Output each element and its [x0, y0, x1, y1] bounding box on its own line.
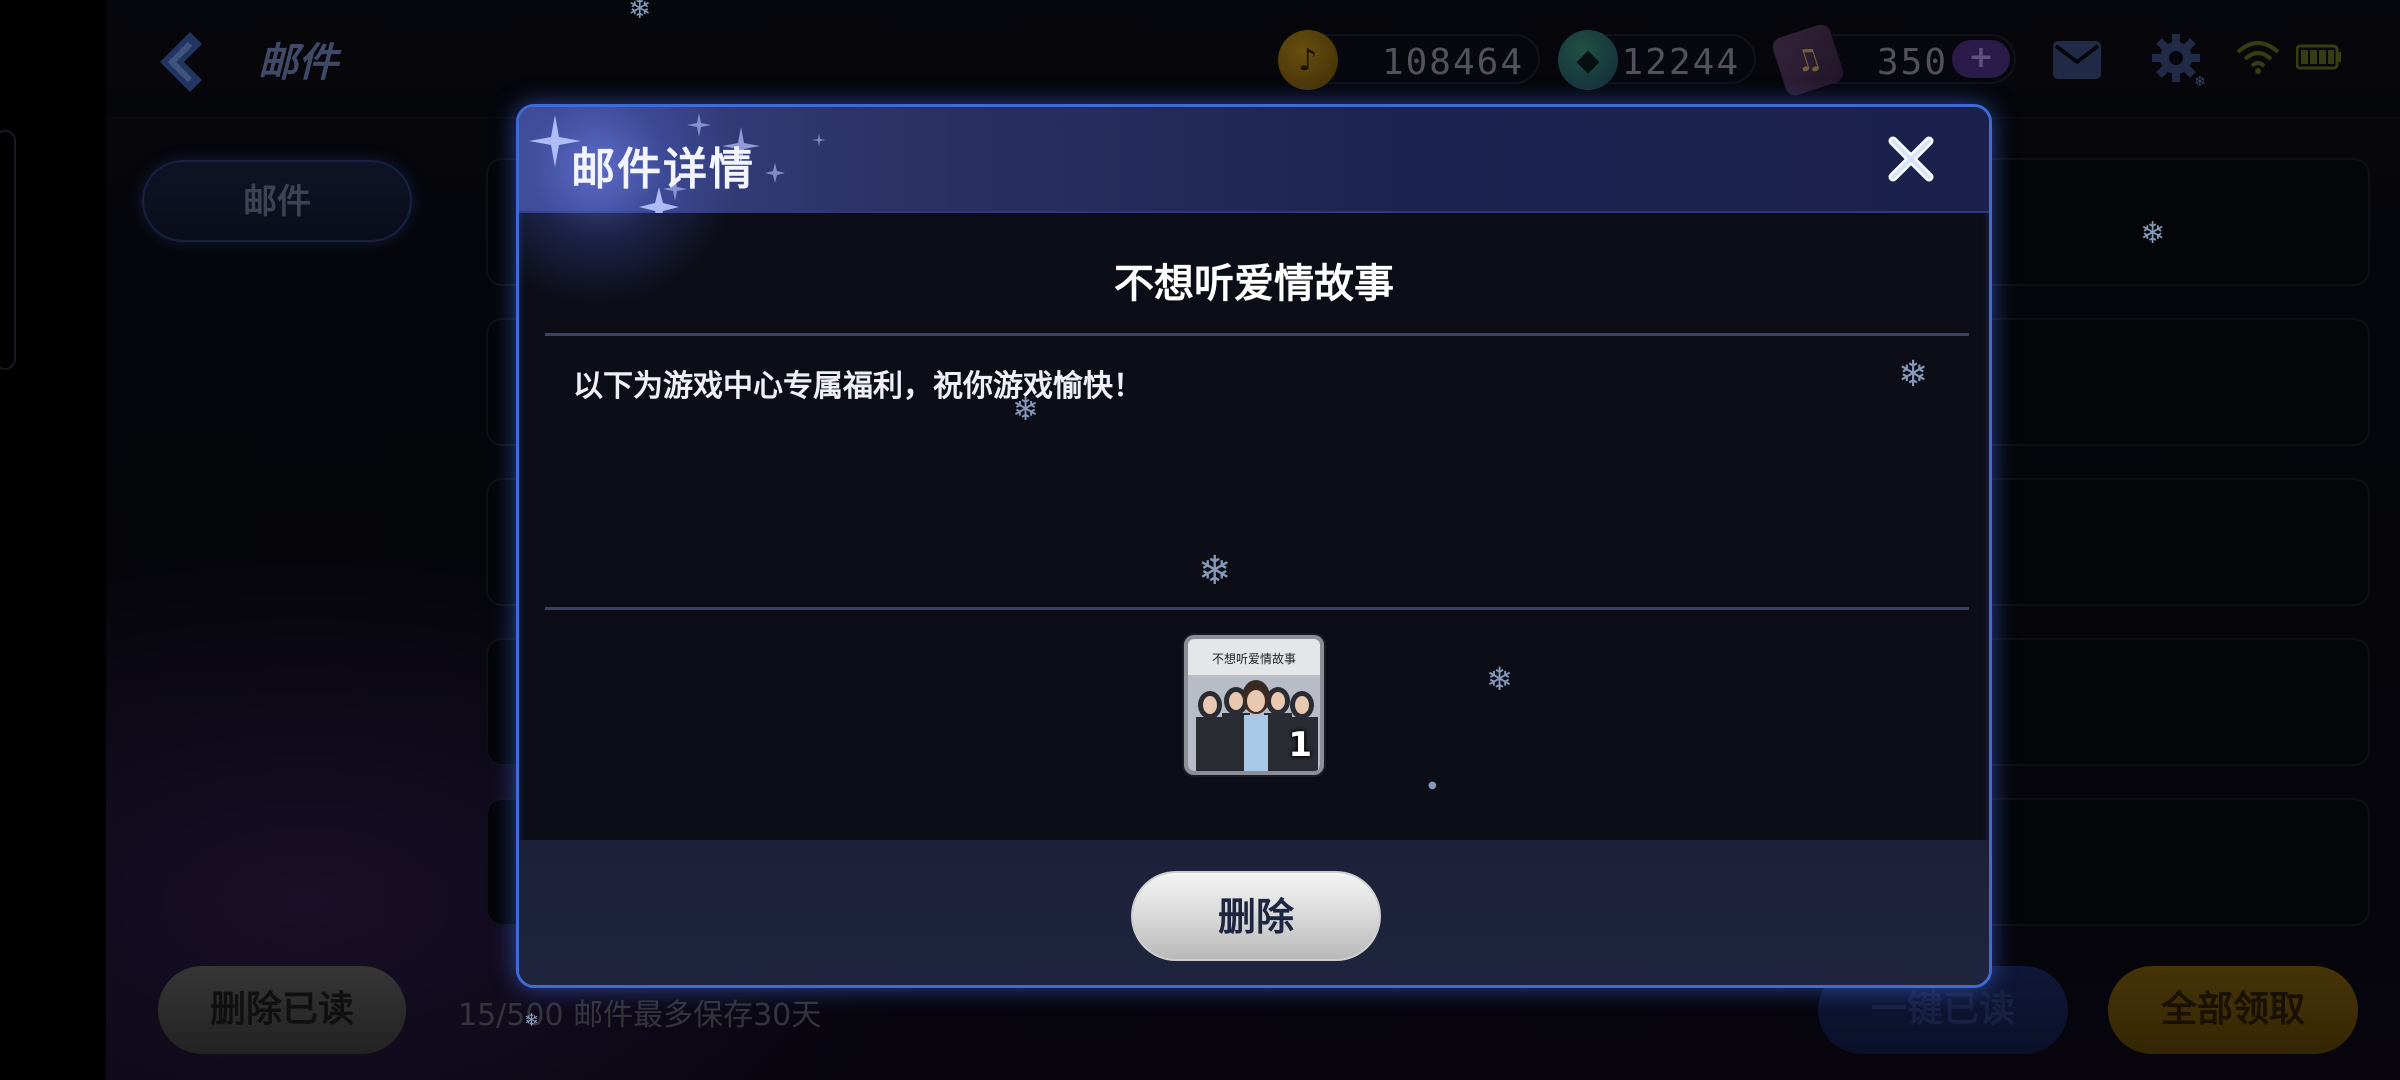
album-cover-text: 不想听爱情故事 [1212, 651, 1296, 666]
close-icon[interactable] [1883, 131, 1939, 187]
delete-button[interactable]: 删除 [1131, 871, 1381, 961]
snowflake-icon: ❄ [1198, 548, 1232, 594]
dialog-header: 邮件详情 [519, 107, 1989, 307]
snowflake-icon: ❄ [524, 1010, 540, 1031]
snowflake-icon: ❄ [1012, 390, 1039, 428]
attachment-item[interactable]: 不想听爱情故事 1 [1184, 635, 1324, 775]
divider [545, 333, 1969, 336]
snowflake-icon: ❄ [2140, 216, 2166, 251]
snowflake-icon: ❄ [1898, 354, 1929, 395]
mail-detail-dialog: 邮件详情 不想听爱情故事 以下为游戏中心专属福利，祝你游戏愉快！ 不想听爱情故事… [516, 104, 1992, 988]
divider [545, 607, 1969, 610]
snowflake-icon: ❄ [1486, 660, 1513, 698]
dialog-title: 邮件详情 [571, 144, 755, 195]
attachment-count: 1 [1288, 725, 1312, 765]
mail-subject: 不想听爱情故事 [1114, 261, 1394, 307]
snowflake-icon: ❄ [628, 0, 652, 25]
snowflake-icon: ● [1428, 780, 1437, 791]
mail-body-text: 以下为游戏中心专属福利，祝你游戏愉快！ [573, 369, 1143, 404]
